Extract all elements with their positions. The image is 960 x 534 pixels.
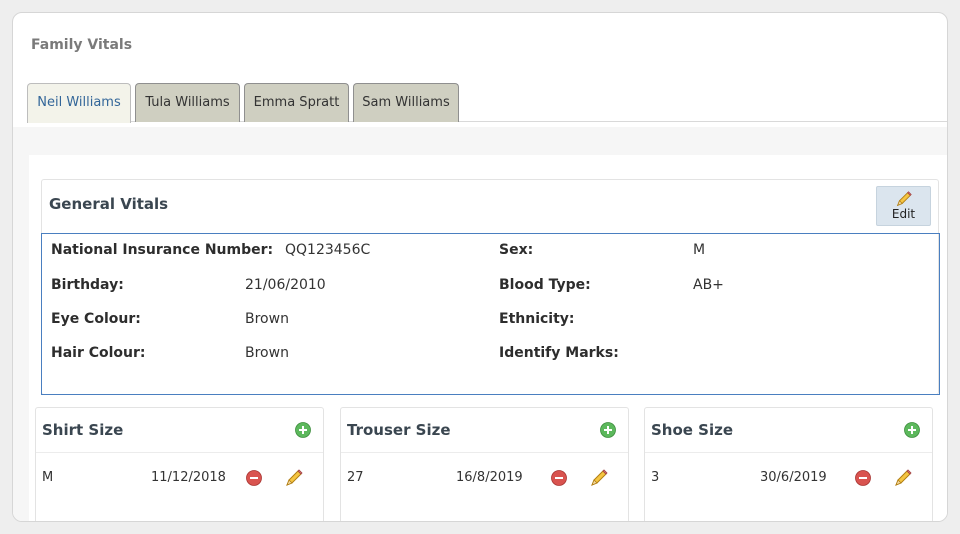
- sex-value: M: [693, 242, 706, 258]
- edit-vitals-button[interactable]: Edit: [876, 186, 931, 226]
- minus-circle-icon[interactable]: [551, 470, 567, 486]
- shirt-size-card: Shirt Size M 11/12/2018: [35, 407, 324, 521]
- tab-content-inner: General Vitals Edit National Insurance N…: [29, 155, 947, 521]
- shoe-size-value: 3: [651, 470, 660, 485]
- shirt-size-date: 11/12/2018: [151, 470, 226, 485]
- shoe-size-header: Shoe Size: [645, 408, 932, 453]
- trouser-size-card: Trouser Size 27 16/8/2019: [340, 407, 629, 521]
- general-vitals-section: General Vitals Edit National Insurance N…: [41, 179, 940, 395]
- pencil-icon[interactable]: [589, 468, 609, 488]
- eye-colour-value: Brown: [245, 311, 289, 327]
- tab-content: General Vitals Edit National Insurance N…: [13, 127, 947, 521]
- plus-circle-icon[interactable]: [295, 422, 311, 438]
- plus-circle-icon[interactable]: [600, 422, 616, 438]
- minus-circle-icon[interactable]: [246, 470, 262, 486]
- birthday-label: Birthday:: [51, 277, 124, 293]
- shirt-size-value: M: [42, 470, 54, 485]
- general-vitals-title: General Vitals: [49, 195, 169, 213]
- tab-sam-williams[interactable]: Sam Williams: [353, 83, 459, 122]
- trouser-size-title: Trouser Size: [347, 421, 451, 439]
- eye-colour-label: Eye Colour:: [51, 311, 141, 327]
- pencil-icon[interactable]: [284, 468, 304, 488]
- shoe-size-date: 30/6/2019: [760, 470, 827, 485]
- blood-type-label: Blood Type:: [499, 277, 591, 293]
- blood-type-value: AB+: [693, 277, 724, 293]
- shirt-size-title: Shirt Size: [42, 421, 124, 439]
- hair-colour-value: Brown: [245, 345, 289, 361]
- pencil-icon[interactable]: [893, 468, 913, 488]
- panel-title: Family Vitals: [31, 37, 133, 53]
- minus-circle-icon[interactable]: [855, 470, 871, 486]
- edit-button-label: Edit: [891, 207, 916, 221]
- trouser-size-value: 27: [347, 470, 364, 485]
- tab-tula-williams[interactable]: Tula Williams: [135, 83, 240, 122]
- tab-emma-spratt[interactable]: Emma Spratt: [244, 83, 349, 122]
- trouser-size-date: 16/8/2019: [456, 470, 523, 485]
- general-vitals-header: General Vitals Edit: [42, 180, 938, 233]
- shoe-size-title: Shoe Size: [651, 421, 734, 439]
- trouser-size-header: Trouser Size: [341, 408, 628, 453]
- pencil-icon: [896, 191, 912, 207]
- hair-colour-label: Hair Colour:: [51, 345, 146, 361]
- tab-neil-williams[interactable]: Neil Williams: [27, 83, 131, 123]
- member-tabs: Neil Williams Tula Williams Emma Spratt …: [27, 83, 947, 123]
- birthday-value: 21/06/2010: [245, 277, 326, 293]
- general-vitals-details: National Insurance Number: QQ123456C Bir…: [41, 233, 940, 395]
- shoe-size-card: Shoe Size 3 30/6/2019: [644, 407, 933, 521]
- ni-number-label: National Insurance Number:: [51, 242, 274, 258]
- sex-label: Sex:: [499, 242, 534, 258]
- ethnicity-label: Ethnicity:: [499, 311, 575, 327]
- identify-marks-label: Identify Marks:: [499, 345, 619, 361]
- family-vitals-panel: Family Vitals Neil Williams Tula William…: [12, 12, 948, 522]
- shirt-size-header: Shirt Size: [36, 408, 323, 453]
- plus-circle-icon[interactable]: [904, 422, 920, 438]
- ni-number-value: QQ123456C: [285, 242, 371, 258]
